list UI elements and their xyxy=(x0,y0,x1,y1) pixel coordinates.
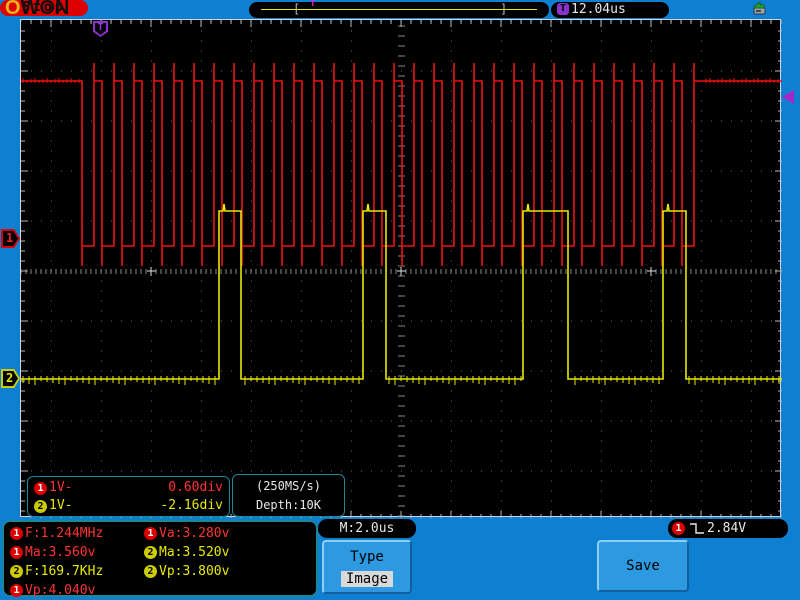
measurement-row: 1 Ma:3.560v xyxy=(10,543,103,562)
trigger-time-value: 12.04us xyxy=(571,2,626,17)
trigger-source-badge: 1 xyxy=(672,522,685,535)
ch1-badge: 1 xyxy=(34,481,47,495)
memory-window-right-bracket: ] xyxy=(500,2,508,16)
measurement-row: 2 Vp:3.800v xyxy=(144,562,229,581)
measurements-panel: 1 F:1.244MHz 1 Ma:3.560v 2 F:169.7KHz 1 … xyxy=(2,520,318,600)
measurement-row: 1 Va:3.280v xyxy=(144,524,229,543)
oscilloscope-screen: { "header": { "logo_text": "OWON", "run_… xyxy=(0,0,800,600)
ch2-offset: -2.16div xyxy=(160,498,223,513)
meas-ch-badge: 2 xyxy=(10,565,23,578)
measurement-row: 2 Ma:3.520v xyxy=(144,543,229,562)
ch1-scale: 1V- xyxy=(49,480,73,495)
measurement-row: 2 F:169.7KHz xyxy=(10,562,103,581)
ch1-offset: 0.60div xyxy=(168,480,223,495)
type-menu-value[interactable]: Image xyxy=(340,571,394,587)
ch2-badge: 2 xyxy=(34,499,47,513)
memory-trigger-marker: T xyxy=(310,0,316,9)
memory-position-bar[interactable]: [ ] T xyxy=(249,0,549,18)
channel-scale-box: 1 1V- 0.60div 2 1V- -2.16div xyxy=(27,476,230,517)
sample-rate: (250MS/s) xyxy=(255,479,322,493)
owon-logo: OWON xyxy=(5,0,70,19)
meas-ch-badge: 1 xyxy=(144,527,157,540)
usb-storage-icon xyxy=(751,1,767,16)
meas-ch-badge: 1 xyxy=(10,546,23,559)
meas-ch-badge: 1 xyxy=(10,584,23,597)
ch1-zero-marker[interactable]: 1 xyxy=(1,229,20,248)
record-depth: Depth:10K xyxy=(255,498,322,512)
trigger-time-readout: T 12.04us xyxy=(551,2,669,18)
meas-value: Ma:3.560v xyxy=(25,545,96,560)
trigger-level-arrow[interactable] xyxy=(782,90,794,104)
ch2-zero-marker[interactable]: 2 xyxy=(1,369,20,388)
memory-window-left-bracket: [ xyxy=(293,2,301,16)
falling-edge-icon xyxy=(690,523,704,534)
meas-ch-badge: 2 xyxy=(144,546,157,559)
trigger-t-icon: T xyxy=(557,3,569,15)
trigger-level-readout: 1 2.84V xyxy=(668,519,788,538)
meas-value: Vp:3.800v xyxy=(159,564,230,579)
measurement-row: 1 Vp:4.040v xyxy=(10,581,103,600)
memory-span-line xyxy=(261,9,537,10)
meas-value: Ma:3.520v xyxy=(159,545,230,560)
ch2-scale: 1V- xyxy=(49,498,73,513)
meas-value: F:1.244MHz xyxy=(25,526,104,541)
timebase-readout: M:2.0us xyxy=(318,519,416,538)
meas-ch-badge: 2 xyxy=(144,565,157,578)
meas-value: F:169.7KHz xyxy=(25,564,104,579)
measurement-row: 1 F:1.244MHz xyxy=(10,524,103,543)
save-button[interactable]: Save xyxy=(597,540,689,592)
meas-value: Va:3.280v xyxy=(159,526,230,541)
trigger-level-value: 2.84V xyxy=(707,521,747,536)
meas-ch-badge: 1 xyxy=(10,527,23,540)
type-menu-title: Type xyxy=(350,549,384,565)
meas-value: Vp:4.040v xyxy=(25,583,96,598)
type-menu-button[interactable]: Type Image xyxy=(322,540,412,594)
acquisition-box: (250MS/s) Depth:10K xyxy=(232,474,345,517)
